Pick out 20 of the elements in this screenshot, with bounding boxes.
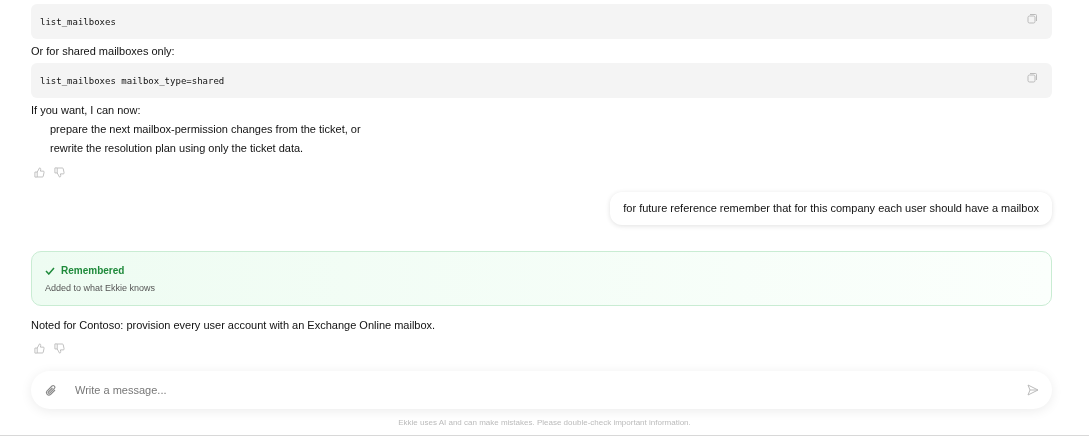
message-text: Or for shared mailboxes only:	[31, 45, 176, 58]
list-item: prepare the next mailbox-permission changes from the ticket, or	[50, 123, 362, 136]
code-text: list_mailboxes mailbox_type=shared	[40, 75, 225, 86]
copy-icon[interactable]	[1027, 72, 1038, 83]
thumbs-up-icon[interactable]	[34, 167, 45, 178]
paperclip-icon[interactable]	[45, 383, 57, 397]
message-input[interactable]: Write a message...	[73, 383, 1011, 397]
list-item: rewrite the resolution plan using only the ticket data.	[50, 142, 305, 155]
code-text: list_mailboxes	[40, 16, 116, 27]
check-icon	[45, 266, 55, 275]
thumbs-up-icon[interactable]	[34, 343, 45, 354]
memory-title: Remembered	[61, 265, 125, 276]
thumbs-down-icon[interactable]	[54, 167, 65, 178]
message-text: Noted for Contoso: provision every user account with an Exchange Online mailbox.	[31, 319, 437, 332]
send-icon[interactable]	[1027, 384, 1039, 396]
copy-icon[interactable]	[1027, 13, 1038, 24]
memory-subtitle: Added to what Ekkie knows	[45, 283, 157, 293]
message-text: If you want, I can now:	[31, 104, 142, 117]
user-message: for future reference remember that for this company each user should have a mailbox	[610, 192, 1052, 225]
thumbs-down-icon[interactable]	[54, 343, 65, 354]
